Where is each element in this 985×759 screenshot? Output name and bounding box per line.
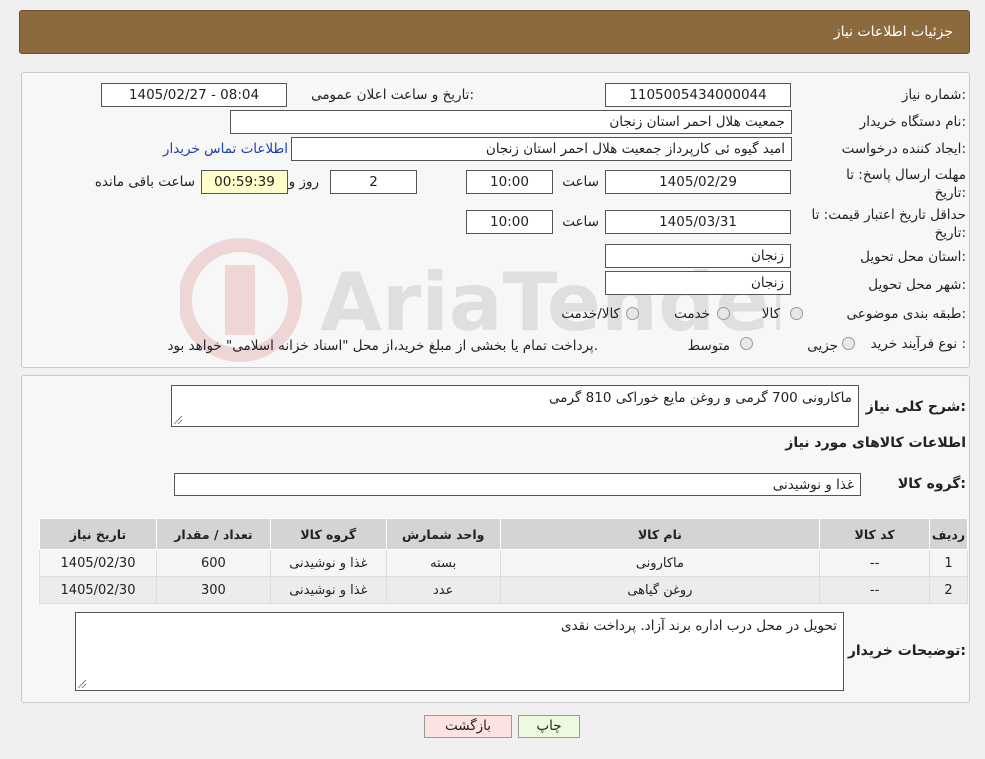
- col-name-header: نام کالا: [499, 518, 821, 550]
- col-row-header: ردیف: [929, 518, 968, 550]
- col-unit-header: واحد شمارش: [385, 518, 501, 550]
- cell-date: 1405/02/30: [39, 549, 157, 577]
- cell-unit: عدد: [385, 576, 501, 604]
- cell-name: ماکارونی: [499, 549, 821, 577]
- process-medium-label: متوسط: [687, 338, 730, 354]
- buyer-org-label: نام دستگاه خریدار:: [859, 114, 966, 130]
- goods-group-label: گروه کالا:: [897, 476, 966, 492]
- buyer-notes-text: تحویل در محل درب اداره برند آزاد. پرداخت…: [561, 618, 837, 634]
- cell-group: غذا و نوشیدنی: [269, 549, 387, 577]
- goods-table: ردیف کد کالا نام کالا واحد شمارش گروه کا…: [39, 518, 968, 604]
- deadline-label: مهلت ارسال پاسخ: تا تاریخ:: [846, 167, 966, 201]
- process-label: نوع فرآیند خرید :: [870, 336, 966, 352]
- category-goods-service-radio[interactable]: [626, 307, 639, 320]
- province-field: زنجان: [605, 244, 791, 268]
- process-minor-radio[interactable]: [842, 337, 855, 350]
- announce-datetime-field: 1405/02/27 - 08:04: [101, 83, 287, 107]
- category-label: طبقه بندی موضوعی:: [846, 306, 966, 322]
- category-goods-radio[interactable]: [790, 307, 803, 320]
- cell-group: غذا و نوشیدنی: [269, 576, 387, 604]
- remaining-label: ساعت باقی مانده: [94, 174, 195, 190]
- print-button[interactable]: چاپ: [518, 715, 580, 738]
- goods-group-field: غذا و نوشیدنی: [174, 473, 861, 496]
- process-medium-radio[interactable]: [740, 337, 753, 350]
- requester-label: ایجاد کننده درخواست:: [841, 141, 966, 157]
- cell-name: روغن گیاهی: [499, 576, 821, 604]
- validity-time-label: ساعت: [562, 214, 599, 230]
- buyer-contact-link[interactable]: اطلاعات تماس خریدار: [163, 141, 288, 157]
- resize-handle-icon[interactable]: [78, 680, 86, 688]
- deadline-time-field: 10:00: [466, 170, 553, 194]
- need-number-field: 1105005434000044: [605, 83, 791, 107]
- cell-row-number: 1: [929, 549, 968, 577]
- summary-text: ماکارونی 700 گرمی و روغن مایع خوراکی 810…: [548, 390, 852, 406]
- need-number-label: شماره نیاز:: [901, 87, 966, 103]
- page-title: جزئیات اطلاعات نیاز: [833, 24, 953, 40]
- table-row: 1 -- ماکارونی بسته غذا و نوشیدنی 600 140…: [39, 549, 968, 577]
- process-minor-label: جزیی: [807, 338, 838, 354]
- announce-label: تاریخ و ساعت اعلان عمومی:: [311, 87, 474, 103]
- validity-time-field: 10:00: [466, 210, 553, 234]
- summary-textarea[interactable]: ماکارونی 700 گرمی و روغن مایع خوراکی 810…: [171, 385, 859, 427]
- buyer-notes-label: توضیحات خریدار:: [847, 643, 966, 659]
- deadline-date-field: 1405/02/29: [605, 170, 791, 194]
- resize-handle-icon[interactable]: [174, 416, 182, 424]
- category-goods-label: کالا: [761, 306, 780, 322]
- cell-code: --: [819, 576, 931, 604]
- days-label: روز و: [288, 174, 319, 190]
- buyer-org-field: جمعیت هلال احمر استان زنجان: [230, 110, 792, 134]
- back-button[interactable]: بازگشت: [424, 715, 512, 738]
- category-service-label: خدمت: [674, 306, 710, 322]
- col-date-header: تاریخ نیاز: [39, 518, 157, 550]
- remaining-time-field: 00:59:39: [201, 170, 288, 194]
- cell-qty: 600: [156, 549, 271, 577]
- table-row: 2 -- روغن گیاهی عدد غذا و نوشیدنی 300 14…: [39, 576, 968, 604]
- requester-field: امید گیوه ئی کارپرداز جمعیت هلال احمر اس…: [291, 137, 792, 161]
- cell-qty: 300: [156, 576, 271, 604]
- category-service-radio[interactable]: [717, 307, 730, 320]
- table-header-row: ردیف کد کالا نام کالا واحد شمارش گروه کا…: [39, 518, 968, 550]
- days-field: 2: [330, 170, 417, 194]
- col-group-header: گروه کالا: [269, 518, 387, 550]
- process-note: پرداخت تمام یا بخشی از مبلغ خرید،از محل …: [167, 338, 598, 354]
- cell-unit: بسته: [385, 549, 501, 577]
- summary-label: شرح کلی نیاز:: [865, 399, 966, 415]
- cell-row-number: 2: [929, 576, 968, 604]
- deadline-time-label: ساعت: [562, 174, 599, 190]
- category-goods-service-label: کالا/خدمت: [561, 306, 620, 322]
- city-label: شهر محل تحویل:: [868, 277, 966, 293]
- cell-code: --: [819, 549, 931, 577]
- validity-label: حداقل تاریخ اعتبار قیمت: تا تاریخ:: [811, 207, 966, 241]
- city-field: زنجان: [605, 271, 791, 295]
- buyer-notes-textarea[interactable]: تحویل در محل درب اداره برند آزاد. پرداخت…: [75, 612, 844, 691]
- goods-info-title: اطلاعات کالاهای مورد نیاز: [785, 435, 966, 451]
- page-header: جزئیات اطلاعات نیاز: [19, 10, 970, 54]
- col-code-header: کد کالا: [819, 518, 931, 550]
- cell-date: 1405/02/30: [39, 576, 157, 604]
- validity-date-field: 1405/03/31: [605, 210, 791, 234]
- province-label: استان محل تحویل:: [860, 249, 966, 265]
- col-qty-header: تعداد / مقدار: [156, 518, 271, 550]
